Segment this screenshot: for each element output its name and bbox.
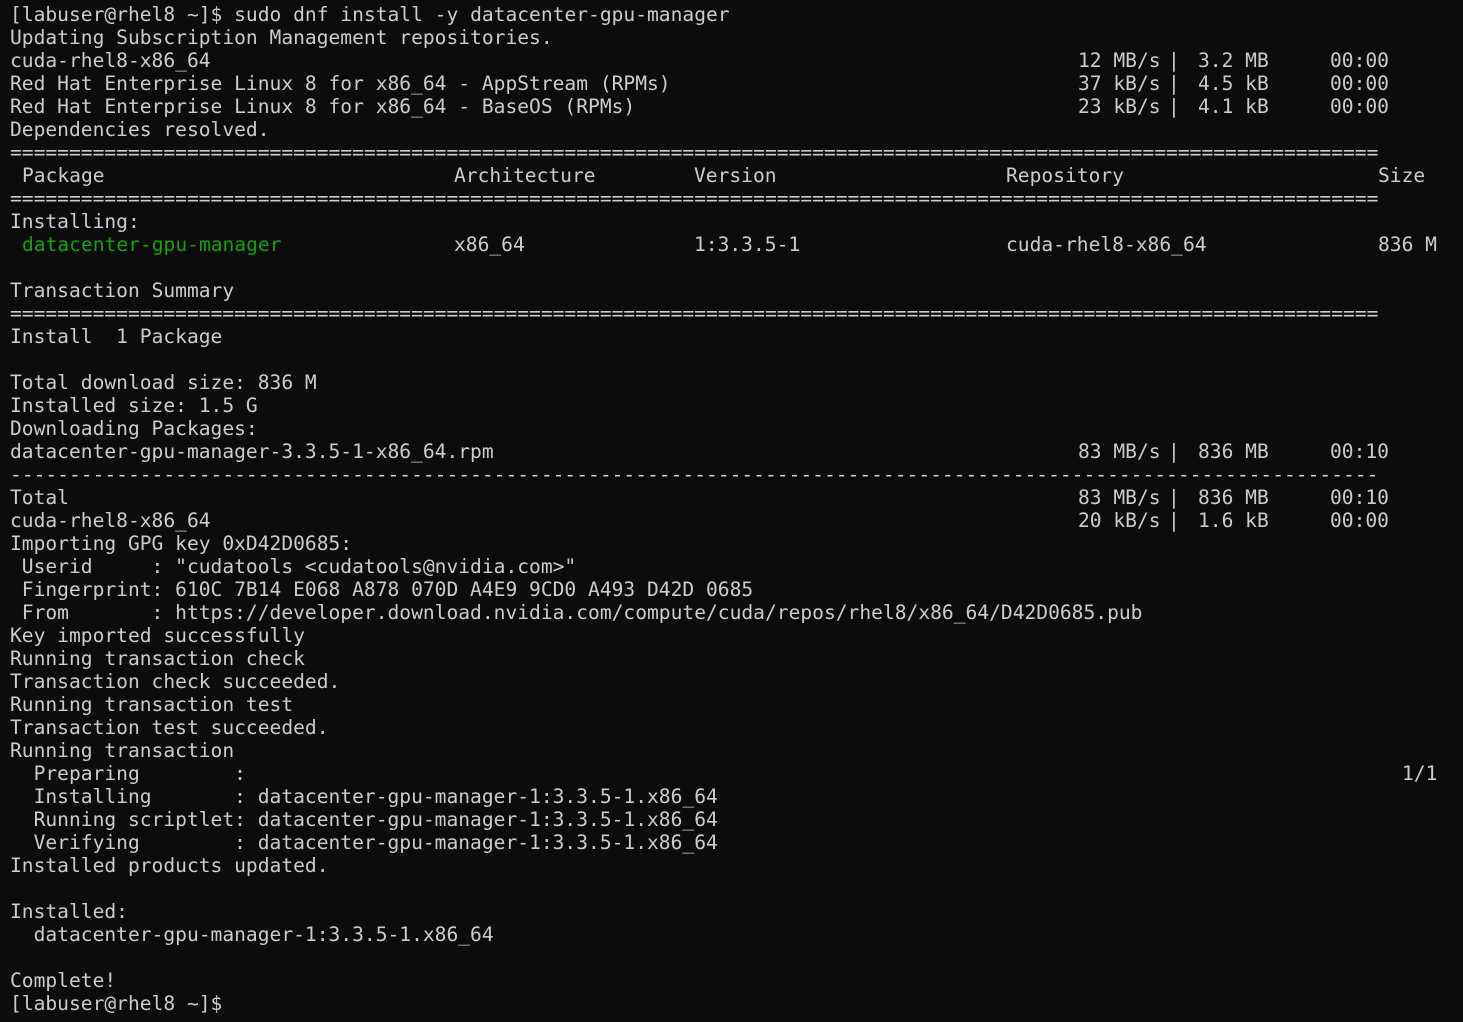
install-count-line: Install 1 Package: [10, 325, 223, 348]
installed-size-line: Installed size: 1.5 G: [10, 394, 258, 417]
download-time: 00:10: [1330, 440, 1389, 463]
pipe-separator: |: [1168, 440, 1180, 463]
download-line: cuda-rhel8-x86_64 20 kB/s | 1.6 kB 00:00: [10, 509, 1463, 532]
command-line: [labuser@rhel8 ~]$ sudo dnf install -y d…: [10, 3, 1463, 26]
gpg-userid-line: Userid : "cudatools <cudatools@nvidia.co…: [10, 555, 577, 578]
repo-size: 3.2 MB: [1198, 49, 1269, 72]
separator-double: ========================================…: [10, 187, 1379, 210]
repo-line: Red Hat Enterprise Linux 8 for x86_64 - …: [10, 72, 1463, 95]
header-architecture: Architecture: [454, 164, 596, 187]
download-name: cuda-rhel8-x86_64: [10, 509, 211, 532]
repo-speed: 23 kB/s: [1078, 95, 1161, 118]
table-row: datacenter-gpu-manager x86_64 1:3.3.5-1 …: [10, 233, 1463, 256]
repo-line: cuda-rhel8-x86_64 12 MB/s | 3.2 MB 00:00: [10, 49, 1463, 72]
installing-section-label: Installing:: [10, 210, 140, 233]
repo-line: Red Hat Enterprise Linux 8 for x86_64 - …: [10, 95, 1463, 118]
download-time: 00:10: [1330, 486, 1389, 509]
repo-name: Red Hat Enterprise Linux 8 for x86_64 - …: [10, 72, 671, 95]
repo-time: 00:00: [1330, 49, 1389, 72]
download-size: 836 MB: [1198, 440, 1269, 463]
complete-line: Complete!: [10, 969, 117, 992]
package-size: 836 M: [1378, 233, 1437, 256]
package-name: datacenter-gpu-manager: [22, 233, 282, 256]
preparing-line: Preparing : 1/1: [10, 762, 1463, 785]
package-version: 1:3.3.5-1: [694, 233, 801, 256]
pipe-separator: |: [1168, 509, 1180, 532]
preparing-text: Preparing :: [10, 762, 246, 785]
package-repo: cuda-rhel8-x86_64: [1006, 233, 1207, 256]
repo-size: 4.5 kB: [1198, 72, 1269, 95]
separator-double: ========================================…: [10, 302, 1379, 325]
repo-size: 4.1 kB: [1198, 95, 1269, 118]
download-speed: 83 MB/s: [1078, 486, 1161, 509]
downloading-line: Downloading Packages:: [10, 417, 258, 440]
package-arch: x86_64: [454, 233, 525, 256]
download-total-line: Total 83 MB/s | 836 MB 00:10: [10, 486, 1463, 509]
transaction-check-line: Running transaction check: [10, 647, 305, 670]
pipe-separator: |: [1168, 95, 1180, 118]
running-transaction-line: Running transaction: [10, 739, 235, 762]
header-repository: Repository: [1006, 164, 1124, 187]
repo-time: 00:00: [1330, 72, 1389, 95]
prompt: [labuser@rhel8 ~]$: [10, 992, 223, 1015]
transaction-check-ok-line: Transaction check succeeded.: [10, 670, 341, 693]
download-size-line: Total download size: 836 M: [10, 371, 317, 394]
download-speed: 20 kB/s: [1078, 509, 1161, 532]
download-time: 00:00: [1330, 509, 1389, 532]
updating-line: Updating Subscription Management reposit…: [10, 26, 553, 49]
download-name: datacenter-gpu-manager-3.3.5-1-x86_64.rp…: [10, 440, 494, 463]
repo-time: 00:00: [1330, 95, 1389, 118]
command-text: sudo dnf install -y datacenter-gpu-manag…: [234, 3, 730, 26]
repo-speed: 12 MB/s: [1078, 49, 1161, 72]
deps-resolved-line: Dependencies resolved.: [10, 118, 270, 141]
key-imported-line: Key imported successfully: [10, 624, 305, 647]
installed-item: datacenter-gpu-manager-1:3.3.5-1.x86_64: [10, 923, 494, 946]
repo-name: Red Hat Enterprise Linux 8 for x86_64 - …: [10, 95, 636, 118]
pipe-separator: |: [1168, 72, 1180, 95]
table-header-row: Package Architecture Version Repository …: [10, 164, 1463, 187]
gpg-from-line: From : https://developer.download.nvidia…: [10, 601, 1143, 624]
separator-single: ----------------------------------------…: [10, 463, 1379, 486]
preparing-count: 1/1: [1402, 762, 1438, 785]
transaction-test-line: Running transaction test: [10, 693, 294, 716]
header-version: Version: [694, 164, 777, 187]
prompt: [labuser@rhel8 ~]$: [10, 3, 223, 26]
products-updated-line: Installed products updated.: [10, 854, 329, 877]
download-name: Total: [10, 486, 69, 509]
installed-label: Installed:: [10, 900, 128, 923]
repo-name: cuda-rhel8-x86_64: [10, 49, 211, 72]
header-size: Size: [1378, 164, 1426, 187]
transaction-test-ok-line: Transaction test succeeded.: [10, 716, 329, 739]
transaction-summary-title: Transaction Summary: [10, 279, 235, 302]
pipe-separator: |: [1168, 486, 1180, 509]
separator-double: ========================================…: [10, 141, 1379, 164]
download-size: 1.6 kB: [1198, 509, 1269, 532]
installing-step-line: Installing : datacenter-gpu-manager-1:3.…: [10, 785, 718, 808]
header-package: Package: [22, 164, 105, 187]
final-prompt-line[interactable]: [labuser@rhel8 ~]$: [10, 992, 1463, 1015]
gpg-importing-line: Importing GPG key 0xD42D0685:: [10, 532, 353, 555]
verifying-step-line: Verifying : datacenter-gpu-manager-1:3.3…: [10, 831, 718, 854]
gpg-fingerprint-line: Fingerprint: 610C 7B14 E068 A878 070D A4…: [10, 578, 754, 601]
repo-speed: 37 kB/s: [1078, 72, 1161, 95]
download-size: 836 MB: [1198, 486, 1269, 509]
scriptlet-step-line: Running scriptlet: datacenter-gpu-manage…: [10, 808, 718, 831]
download-speed: 83 MB/s: [1078, 440, 1161, 463]
pipe-separator: |: [1168, 49, 1180, 72]
terminal-window[interactable]: [labuser@rhel8 ~]$ sudo dnf install -y d…: [0, 0, 1463, 1022]
download-line: datacenter-gpu-manager-3.3.5-1-x86_64.rp…: [10, 440, 1463, 463]
